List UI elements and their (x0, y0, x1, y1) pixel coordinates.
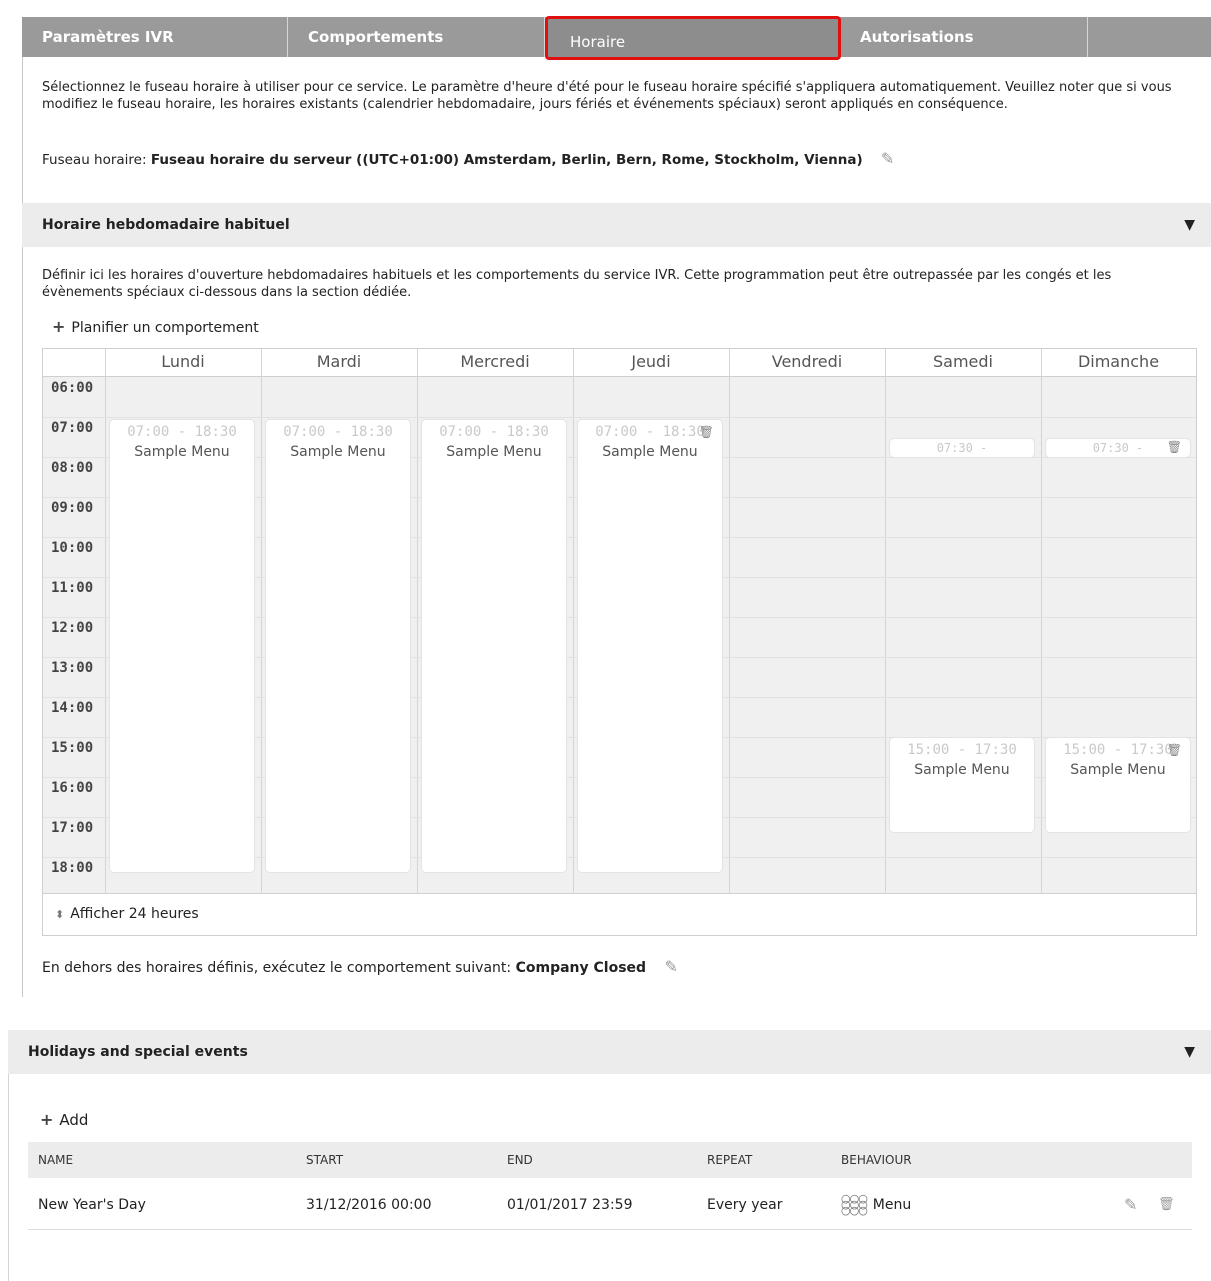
hour-label: 17:00 (51, 820, 94, 836)
grid-line (417, 349, 418, 895)
event-name: Sample Menu (290, 444, 386, 460)
day-header-mardi: Mardi (316, 352, 362, 371)
delete-holiday-trash-icon[interactable]: 🗑 (1158, 1180, 1175, 1230)
day-header-samedi: Samedi (933, 352, 993, 371)
trash-icon[interactable]: 🗑 (1167, 743, 1182, 757)
trash-icon[interactable]: 🗑 (699, 425, 714, 439)
tab-horaire[interactable]: Horaire (545, 16, 841, 60)
schedule-event[interactable]: 07:30 - 🗑 (1045, 438, 1191, 458)
grid-line (885, 349, 886, 895)
column-header-behaviour: BEHAVIOUR (841, 1153, 912, 1167)
event-time: 07:30 - (936, 441, 988, 455)
event-name: Sample Menu (1070, 762, 1166, 778)
tab-parametres-ivr[interactable]: Paramètres IVR (22, 17, 288, 57)
edit-timezone-pencil-icon[interactable]: ✎ (881, 149, 894, 168)
add-holiday-label: Add (59, 1111, 89, 1129)
show-24-hours-toggle[interactable]: ⬍ Afficher 24 heures (42, 894, 1197, 936)
schedule-event[interactable]: 07:00 - 18:30 Sample Menu (265, 419, 411, 873)
hour-label: 09:00 (51, 500, 94, 516)
tab-autorisations[interactable]: Autorisations (840, 17, 1088, 57)
holiday-behaviour: ○○○ ○○○ ○○○ Menu (841, 1180, 911, 1230)
hour-label: 10:00 (51, 540, 94, 556)
hour-label: 06:00 (51, 380, 94, 396)
schedule-event[interactable]: 07:30 - (889, 438, 1035, 458)
timezone-intro-text: Sélectionnez le fuseau horaire à utilise… (42, 80, 1172, 112)
hour-label: 13:00 (51, 660, 94, 676)
day-header-vendredi: Vendredi (771, 352, 843, 371)
plus-icon: + (40, 1110, 54, 1129)
panel-border (22, 57, 23, 997)
add-behaviour-label: Planifier un comportement (71, 320, 259, 336)
schedule-event[interactable]: 07:00 - 18:30 Sample Menu (109, 419, 255, 873)
edit-outside-behaviour-pencil-icon[interactable]: ✎ (665, 957, 678, 976)
event-time: 07:00 - 18:30 (127, 424, 237, 440)
grid-line (1041, 349, 1042, 895)
trash-icon[interactable]: 🗑 (1167, 440, 1182, 454)
sort-arrows-icon: ⬍ (55, 908, 65, 921)
schedule-event[interactable]: 07:00 - 18:30 Sample Menu 🗑 (577, 419, 723, 873)
event-name: Sample Menu (134, 444, 230, 460)
table-row[interactable]: New Year's Day 31/12/2016 00:00 01/01/20… (28, 1180, 1192, 1230)
weekly-description: Définir ici les horaires d'ouverture heb… (42, 268, 1112, 300)
holidays-section-header[interactable]: Holidays and special events ▼ (8, 1030, 1211, 1074)
timezone-row: Fuseau horaire: Fuseau horaire du serveu… (42, 149, 894, 168)
add-holiday-button[interactable]: + Add (40, 1110, 88, 1129)
grid-line (43, 417, 1196, 418)
holiday-start: 31/12/2016 00:00 (306, 1197, 432, 1213)
holiday-behaviour-label: Menu (872, 1197, 912, 1213)
plus-icon: + (52, 317, 66, 336)
menu-grid-icon: ○○○ ○○○ ○○○ (841, 1192, 868, 1217)
day-header-dimanche: Dimanche (1077, 352, 1160, 371)
event-time: 07:00 - 18:30 (439, 424, 549, 440)
column-header-name: NAME (38, 1153, 74, 1167)
grid-line (729, 349, 730, 895)
grid-line (261, 349, 262, 895)
schedule-event[interactable]: 15:00 - 17:30 Sample Menu 🗑 (1045, 737, 1191, 833)
hour-label: 14:00 (51, 700, 94, 716)
column-header-start: START (306, 1153, 344, 1167)
tab-comportements[interactable]: Comportements (288, 17, 545, 57)
holidays-section-title: Holidays and special events (28, 1044, 248, 1060)
calendar-header: Lundi Mardi Mercredi Jeudi Vendredi Same… (43, 349, 1196, 377)
outside-hours-label: En dehors des horaires définis, exécutez… (42, 960, 512, 976)
hour-label: 15:00 (51, 740, 94, 756)
timezone-value: Fuseau horaire du serveur ((UTC+01:00) A… (150, 152, 863, 168)
hour-label: 11:00 (51, 580, 94, 596)
holiday-name: New Year's Day (38, 1197, 146, 1213)
edit-holiday-pencil-icon[interactable]: ✎ (1124, 1180, 1137, 1230)
holiday-repeat: Every year (707, 1197, 783, 1213)
outside-hours-row: En dehors des horaires définis, exécutez… (42, 957, 678, 976)
day-header-mercredi: Mercredi (460, 352, 530, 371)
hour-label: 16:00 (51, 780, 94, 796)
show-24-hours-label: Afficher 24 heures (70, 906, 199, 922)
event-name: Sample Menu (914, 762, 1010, 778)
schedule-event[interactable]: 15:00 - 17:30 Sample Menu (889, 737, 1035, 833)
event-time: 15:00 - 17:30 (907, 742, 1017, 758)
event-name: Sample Menu (602, 444, 698, 460)
outside-hours-value: Company Closed (515, 960, 647, 976)
holidays-table-header: NAME START END REPEAT BEHAVIOUR (28, 1142, 1192, 1178)
add-behaviour-button[interactable]: + Planifier un comportement (52, 317, 259, 336)
weekly-section-title: Horaire hebdomadaire habituel (42, 217, 290, 233)
weekly-section-header[interactable]: Horaire hebdomadaire habituel ▼ (22, 203, 1211, 247)
hour-label: 08:00 (51, 460, 94, 476)
day-header-lundi: Lundi (161, 352, 205, 371)
hour-label: 07:00 (51, 420, 94, 436)
event-time: 07:00 - 18:30 (283, 424, 393, 440)
hour-label: 12:00 (51, 620, 94, 636)
schedule-event[interactable]: 07:00 - 18:30 Sample Menu (421, 419, 567, 873)
column-header-end: END (507, 1153, 533, 1167)
hour-label: 18:00 (51, 860, 94, 876)
grid-line (573, 349, 574, 895)
day-header-jeudi: Jeudi (631, 352, 671, 371)
holiday-end: 01/01/2017 23:59 (507, 1197, 633, 1213)
column-header-repeat: REPEAT (707, 1153, 753, 1167)
weekly-calendar: Lundi Mardi Mercredi Jeudi Vendredi Same… (42, 348, 1197, 895)
event-name: Sample Menu (446, 444, 542, 460)
chevron-down-icon[interactable]: ▼ (1184, 1030, 1195, 1074)
grid-line (105, 349, 106, 895)
chevron-down-icon[interactable]: ▼ (1184, 203, 1195, 247)
timezone-label: Fuseau horaire: (42, 152, 147, 168)
